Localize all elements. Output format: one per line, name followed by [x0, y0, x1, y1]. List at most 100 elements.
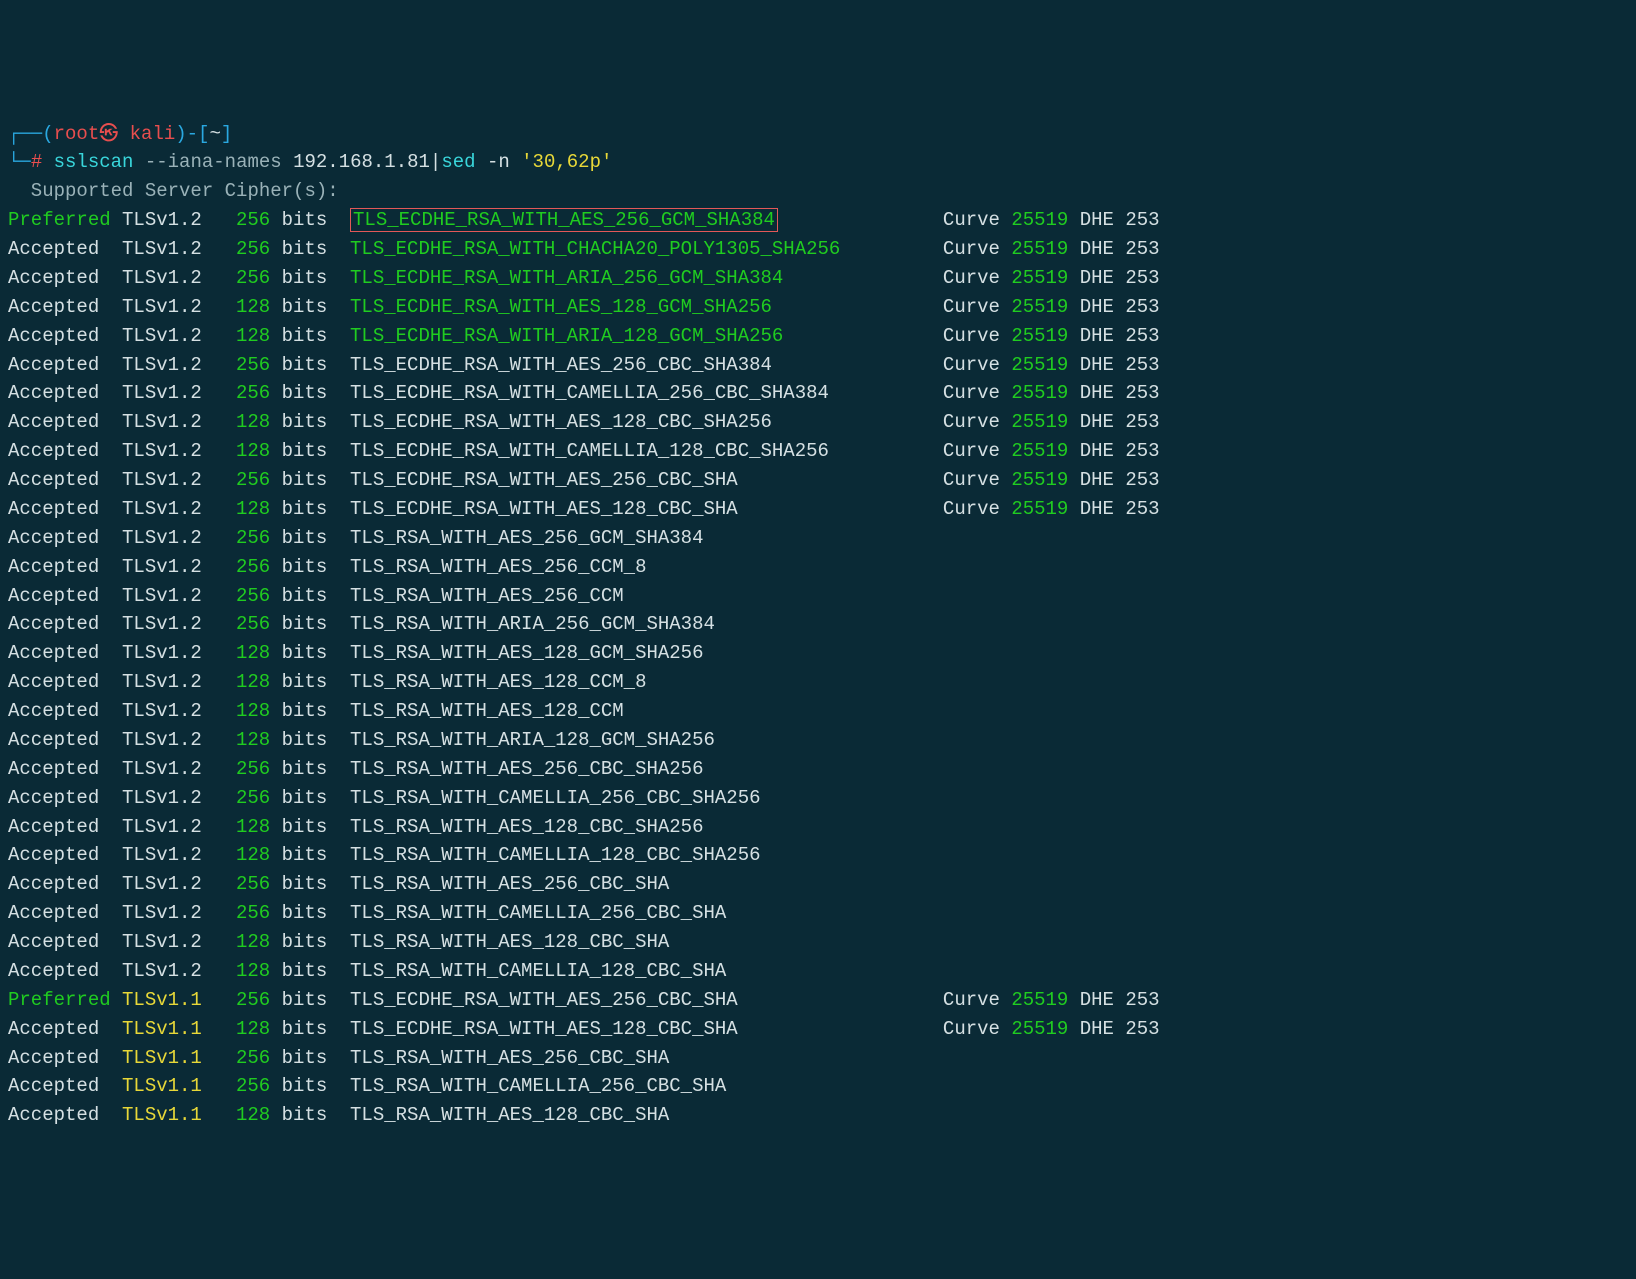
cipher-name: TLS_ECDHE_RSA_WITH_CHACHA20_POLY1305_SHA…	[350, 238, 840, 260]
bits-label: bits	[270, 524, 350, 553]
cipher-name-cell: TLS_ECDHE_RSA_WITH_AES_256_CBC_SHA384	[350, 351, 943, 380]
cipher-row: AcceptedTLSv1.2256 bitsTLS_RSA_WITH_CAME…	[8, 784, 1628, 813]
pipe-symbol: |	[430, 151, 441, 173]
cipher-status: Accepted	[8, 841, 122, 870]
cipher-row: AcceptedTLSv1.2128 bitsTLS_RSA_WITH_AES_…	[8, 639, 1628, 668]
dhe-label: DHE	[1080, 293, 1126, 322]
cipher-name: TLS_RSA_WITH_AES_128_GCM_SHA256	[350, 642, 703, 664]
bits-label: bits	[270, 379, 350, 408]
curve-value: 25519	[1011, 986, 1079, 1015]
cipher-row: AcceptedTLSv1.2256 bitsTLS_RSA_WITH_AES_…	[8, 755, 1628, 784]
dhe-value: 253	[1125, 466, 1171, 495]
cipher-status: Accepted	[8, 1044, 122, 1073]
cipher-row: PreferredTLSv1.1256 bitsTLS_ECDHE_RSA_WI…	[8, 986, 1628, 1015]
cipher-status: Accepted	[8, 697, 122, 726]
cipher-name-cell: TLS_ECDHE_RSA_WITH_AES_256_CBC_SHA	[350, 466, 943, 495]
bits-label: bits	[270, 610, 350, 639]
cipher-name: TLS_ECDHE_RSA_WITH_CAMELLIA_256_CBC_SHA3…	[350, 382, 829, 404]
bits-label: bits	[270, 322, 350, 351]
bits-label: bits	[270, 784, 350, 813]
cipher-status: Accepted	[8, 1072, 122, 1101]
cipher-row: AcceptedTLSv1.2256 bitsTLS_RSA_WITH_AES_…	[8, 870, 1628, 899]
cipher-name-cell: TLS_RSA_WITH_AES_128_CBC_SHA	[350, 928, 943, 957]
cipher-status: Accepted	[8, 957, 122, 986]
cipher-name: TLS_ECDHE_RSA_WITH_ARIA_256_GCM_SHA384	[350, 267, 783, 289]
cipher-row: AcceptedTLSv1.2128 bitsTLS_ECDHE_RSA_WIT…	[8, 437, 1628, 466]
curve-label: Curve	[943, 466, 1011, 495]
cipher-name-cell: TLS_RSA_WITH_AES_256_CCM_8	[350, 553, 943, 582]
cipher-status: Accepted	[8, 379, 122, 408]
cipher-name-cell: TLS_RSA_WITH_AES_128_GCM_SHA256	[350, 639, 943, 668]
bits-label: bits	[270, 1072, 350, 1101]
prompt-bracket: ]	[221, 123, 232, 145]
cipher-status: Accepted	[8, 784, 122, 813]
bits-label: bits	[270, 553, 350, 582]
cipher-name: TLS_RSA_WITH_CAMELLIA_256_CBC_SHA	[350, 1075, 726, 1097]
cipher-status: Accepted	[8, 264, 122, 293]
command-binary: sed	[441, 151, 475, 173]
prompt-bracket: )-[	[175, 123, 209, 145]
bits-label: bits	[270, 726, 350, 755]
prompt-host: kali	[118, 123, 175, 145]
cipher-row: AcceptedTLSv1.2128 bitsTLS_RSA_WITH_AES_…	[8, 697, 1628, 726]
cipher-name: TLS_RSA_WITH_AES_128_CBC_SHA	[350, 931, 669, 953]
dhe-label: DHE	[1080, 206, 1126, 235]
curve-value: 25519	[1011, 379, 1079, 408]
cipher-bits: 256	[225, 986, 271, 1015]
cipher-protocol: TLSv1.2	[122, 524, 225, 553]
cipher-name-cell: TLS_ECDHE_RSA_WITH_CHACHA20_POLY1305_SHA…	[350, 235, 943, 264]
cipher-name-cell: TLS_RSA_WITH_ARIA_128_GCM_SHA256	[350, 726, 943, 755]
cipher-bits: 256	[225, 553, 271, 582]
curve-value: 25519	[1011, 1015, 1079, 1044]
bits-label: bits	[270, 351, 350, 380]
cipher-name: TLS_ECDHE_RSA_WITH_AES_256_CBC_SHA	[350, 469, 738, 491]
bits-label: bits	[270, 466, 350, 495]
dhe-label: DHE	[1080, 495, 1126, 524]
cipher-protocol: TLSv1.2	[122, 495, 225, 524]
skull-icon: ㉿	[99, 123, 118, 145]
curve-value: 25519	[1011, 351, 1079, 380]
cipher-bits: 128	[225, 437, 271, 466]
cipher-status: Accepted	[8, 235, 122, 264]
cipher-status: Accepted	[8, 582, 122, 611]
cipher-protocol: TLSv1.2	[122, 206, 225, 235]
bits-label: bits	[270, 437, 350, 466]
cipher-bits: 256	[225, 264, 271, 293]
terminal-output[interactable]: ┌──(root㉿ kali)-[~]└─# sslscan --iana-na…	[8, 120, 1628, 1131]
cipher-protocol: TLSv1.1	[122, 1044, 225, 1073]
prompt-line-1: ┌──(root㉿ kali)-[~]	[8, 120, 1628, 149]
cipher-status: Accepted	[8, 293, 122, 322]
curve-label: Curve	[943, 235, 1011, 264]
cipher-name: TLS_RSA_WITH_AES_128_CCM_8	[350, 671, 646, 693]
cipher-status: Accepted	[8, 755, 122, 784]
dhe-value: 253	[1125, 437, 1171, 466]
curve-value: 25519	[1011, 235, 1079, 264]
cipher-row: AcceptedTLSv1.2128 bitsTLS_ECDHE_RSA_WIT…	[8, 293, 1628, 322]
bits-label: bits	[270, 841, 350, 870]
dhe-label: DHE	[1080, 437, 1126, 466]
cipher-name: TLS_ECDHE_RSA_WITH_AES_256_CBC_SHA	[350, 989, 738, 1011]
bits-label: bits	[270, 582, 350, 611]
cipher-name-cell: TLS_RSA_WITH_AES_256_CBC_SHA	[350, 1044, 943, 1073]
dhe-value: 253	[1125, 293, 1171, 322]
cipher-status: Accepted	[8, 524, 122, 553]
cipher-name-cell: TLS_ECDHE_RSA_WITH_CAMELLIA_128_CBC_SHA2…	[350, 437, 943, 466]
bits-label: bits	[270, 293, 350, 322]
cipher-bits: 256	[225, 351, 271, 380]
cipher-row: AcceptedTLSv1.2256 bitsTLS_RSA_WITH_AES_…	[8, 524, 1628, 553]
dhe-value: 253	[1125, 986, 1171, 1015]
cipher-bits: 128	[225, 495, 271, 524]
bits-label: bits	[270, 1044, 350, 1073]
cipher-protocol: TLSv1.2	[122, 755, 225, 784]
curve-label: Curve	[943, 322, 1011, 351]
cipher-name: TLS_RSA_WITH_AES_256_CBC_SHA	[350, 1047, 669, 1069]
prompt-line-2[interactable]: └─# sslscan --iana-names 192.168.1.81|se…	[8, 148, 1628, 177]
cipher-status: Accepted	[8, 726, 122, 755]
bits-label: bits	[270, 928, 350, 957]
cipher-name-cell: TLS_RSA_WITH_CAMELLIA_256_CBC_SHA	[350, 1072, 943, 1101]
curve-label: Curve	[943, 437, 1011, 466]
curve-label: Curve	[943, 495, 1011, 524]
cipher-row: AcceptedTLSv1.2256 bitsTLS_ECDHE_RSA_WIT…	[8, 466, 1628, 495]
cipher-protocol: TLSv1.2	[122, 784, 225, 813]
cipher-bits: 128	[225, 322, 271, 351]
